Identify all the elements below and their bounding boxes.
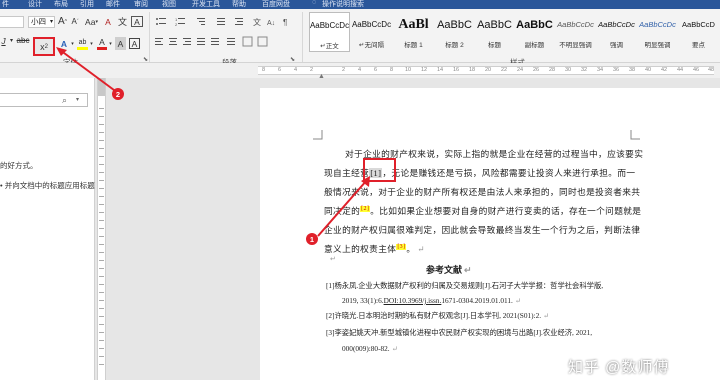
arrow-line-1 <box>317 179 368 237</box>
annotation-arrows <box>56 47 370 237</box>
step-badge-1: 1 <box>306 233 318 245</box>
arrow-line-2 <box>59 49 119 94</box>
watermark: 知乎 @数师傅 <box>568 359 670 376</box>
step-badge-2: 2 <box>112 88 124 100</box>
